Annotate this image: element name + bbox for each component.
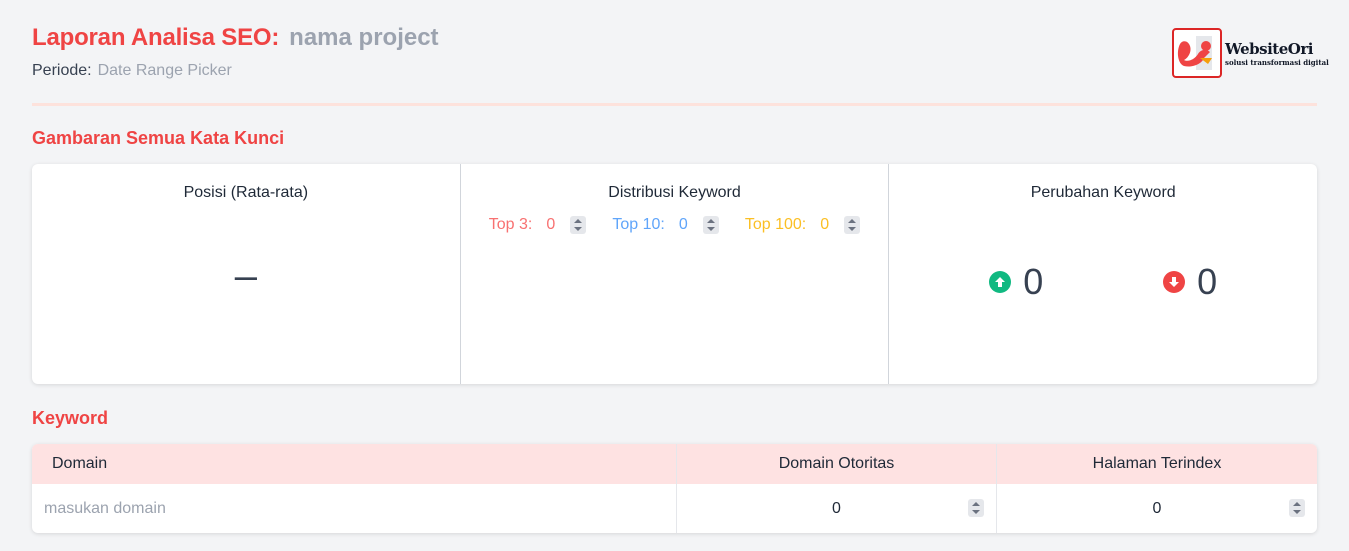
header-divider [32,103,1317,106]
overview-section-title: Gambaran Semua Kata Kunci [32,128,285,148]
table-header-row: Domain Domain Otoritas Halaman Terindex [32,444,1317,484]
distribution-row: Top 3: 0 Top 10: 0 Top 100: 0 [461,216,889,234]
keyword-table: Domain Domain Otoritas Halaman Terindex … [32,444,1317,533]
top10-label: Top 10: [612,216,665,233]
domain-cell [32,484,676,533]
top10-field[interactable]: Top 10: 0 [612,216,719,234]
periode-row: Periode: [32,62,509,80]
keyword-change-row: 0 0 [889,264,1317,300]
periode-label: Periode: [32,62,92,79]
domain-authority-stepper-icon[interactable] [968,499,984,517]
header-domain: Domain [52,455,108,472]
logo-text: WebsiteOri solusi transformasi digital [1225,40,1329,67]
top3-label: Top 3: [488,216,533,233]
keyword-up-item: 0 [989,264,1043,300]
brand-logo: WebsiteOri solusi transformasi digital [1172,28,1329,78]
keyword-distribution-panel: Distribusi Keyword Top 3: 0 Top 10: 0 To… [459,164,889,384]
header-domain-authority: Domain Otoritas [676,444,996,484]
top10-stepper-icon[interactable] [702,216,719,234]
keyword-change-title: Perubahan Keyword [1030,184,1176,201]
project-name-input[interactable] [289,24,510,52]
indexed-pages-stepper-icon[interactable] [1289,499,1305,517]
header-indexed-pages: Halaman Terindex [996,444,1317,484]
keyword-change-panel: Perubahan Keyword 0 0 [888,164,1317,384]
top100-field[interactable]: Top 100: 0 [744,216,861,234]
top3-stepper-icon[interactable] [570,216,587,234]
top100-value[interactable]: 0 [820,216,836,234]
keyword-up-count: 0 [1023,261,1044,302]
logo-name: WebsiteOri [1225,39,1313,58]
domain-input[interactable] [32,499,676,518]
title-row: Laporan Analisa SEO: [32,24,510,52]
arrow-up-circle-icon [989,271,1012,293]
date-range-picker[interactable] [97,62,298,80]
overview-card: Posisi (Rata-rata) – Distribusi Keyword … [32,164,1317,384]
top3-value[interactable]: 0 [546,216,562,234]
logo-mark-icon [1172,28,1222,78]
domain-authority-cell: 0 [676,484,996,533]
keyword-down-count: 0 [1197,261,1218,302]
table-row: 0 0 [32,484,1317,533]
domain-authority-input[interactable]: 0 [677,500,996,518]
arrow-down-circle-icon [1163,271,1186,293]
top100-stepper-icon[interactable] [844,216,861,234]
average-position-panel: Posisi (Rata-rata) – [32,164,460,384]
indexed-pages-input[interactable]: 0 [997,500,1317,518]
logo-tagline: solusi transformasi digital [1225,57,1329,67]
top100-label: Top 100: [744,216,807,233]
average-position-title: Posisi (Rata-rata) [183,184,309,201]
top10-value[interactable]: 0 [679,216,695,234]
report-header: Laporan Analisa SEO: Periode: [32,24,510,80]
report-title: Laporan Analisa SEO: [32,24,280,51]
keyword-section-title: Keyword [32,408,109,428]
keyword-distribution-title: Distribusi Keyword [608,184,741,201]
top3-field[interactable]: Top 3: 0 [489,216,587,234]
indexed-pages-cell: 0 [996,484,1317,533]
keyword-down-item: 0 [1163,264,1217,300]
average-position-value: – [234,254,257,298]
